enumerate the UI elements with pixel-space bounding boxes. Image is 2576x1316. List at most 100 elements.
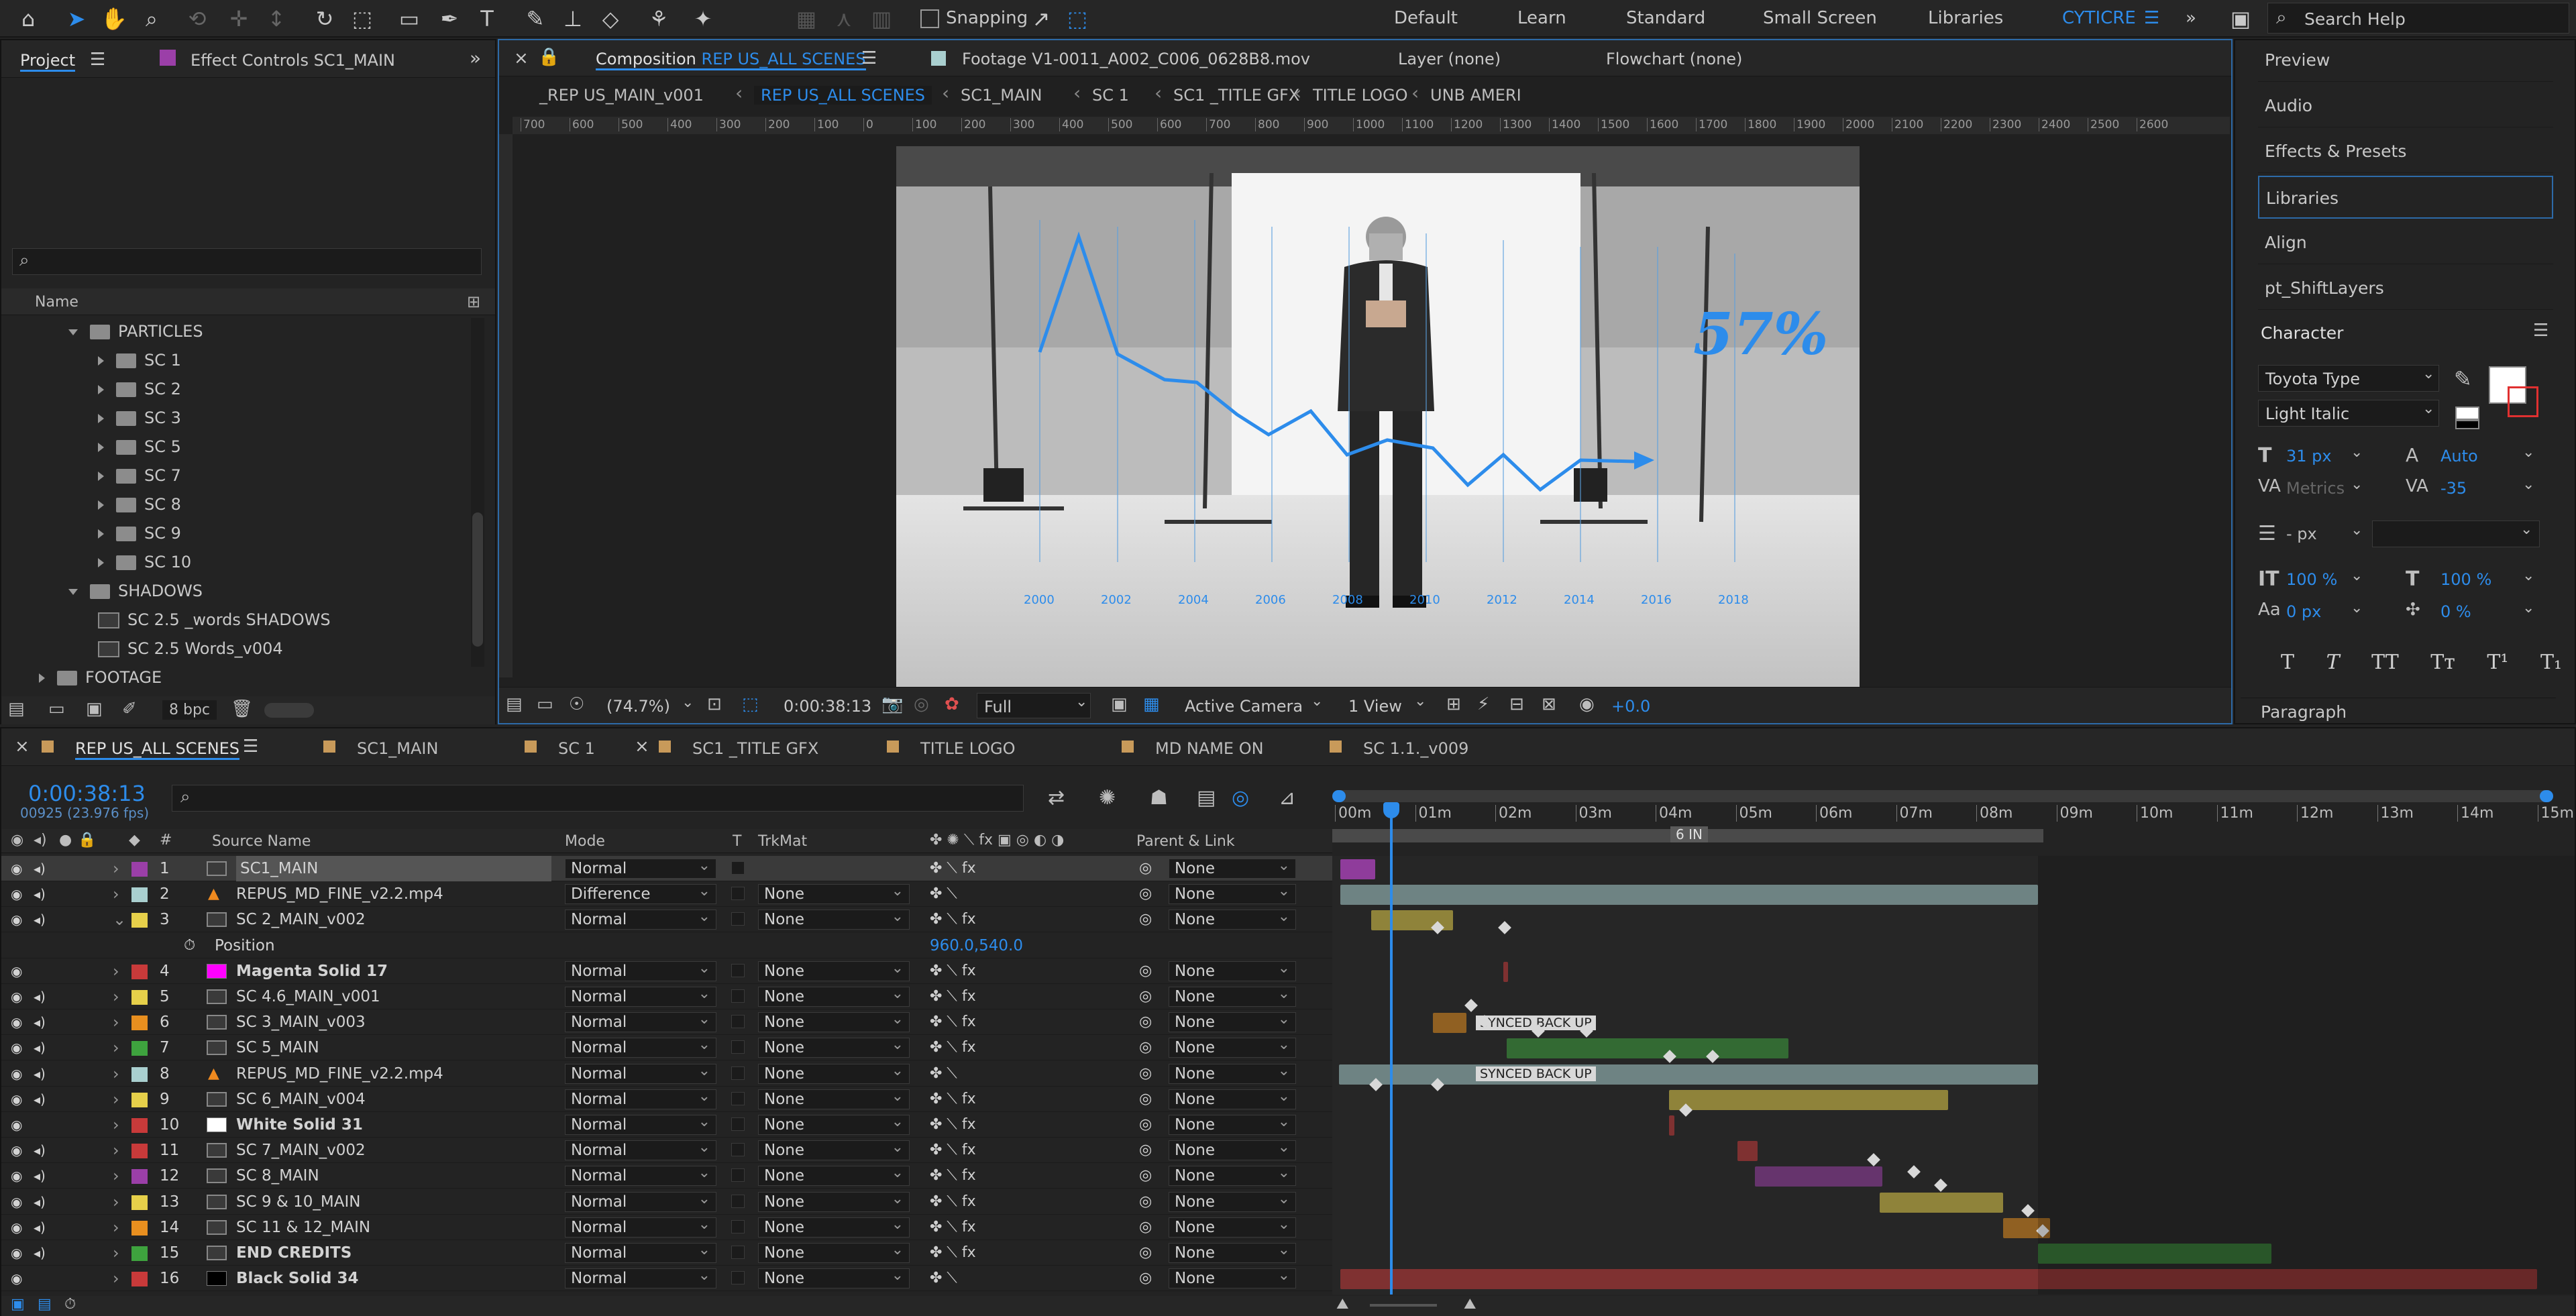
preserve-transparency-checkbox[interactable] bbox=[731, 1040, 745, 1054]
preserve-transparency-checkbox[interactable] bbox=[731, 1015, 745, 1029]
layer-label-color[interactable] bbox=[131, 1246, 148, 1261]
parent-dropdown[interactable]: None bbox=[1169, 1164, 1296, 1187]
audio-icon[interactable]: ◂) bbox=[34, 1138, 46, 1163]
timeline-search-input[interactable]: ⌕ bbox=[172, 785, 1024, 812]
blend-mode-dropdown[interactable]: Normal bbox=[565, 1087, 716, 1109]
parent-dropdown[interactable]: None bbox=[1169, 882, 1296, 905]
layer-name[interactable]: SC 3_MAIN_v003 bbox=[236, 1009, 366, 1035]
layer-label-color[interactable] bbox=[131, 1272, 148, 1287]
eye-icon[interactable]: ◉ bbox=[11, 907, 22, 932]
preserve-transparency-checkbox[interactable] bbox=[731, 887, 745, 901]
zoom-in-icon[interactable]: ⛰ bbox=[1464, 1296, 1476, 1313]
transparency-grid-icon[interactable]: ▦ bbox=[1143, 694, 1160, 714]
layer-row[interactable]: ◉ ◂) › 8 ▲ REPUS_MD_FINE_v2.2.mp4 Normal None ✤ … bbox=[1, 1061, 1332, 1087]
keyframe-marker[interactable] bbox=[1867, 1153, 1880, 1166]
project-search-input[interactable]: ⌕ bbox=[12, 248, 482, 275]
parent-dropdown[interactable]: None bbox=[1169, 985, 1296, 1007]
layer-name[interactable]: Magenta Solid 17 bbox=[236, 958, 388, 984]
project-item[interactable]: SC 9 bbox=[98, 520, 181, 547]
zoom-tool-icon[interactable]: ⌕ bbox=[137, 4, 166, 34]
layer-row[interactable]: ◉ ◂) › 14 SC 11 & 12_MAIN Normal None ✤ ⟍ fx ◎ No… bbox=[1, 1215, 1332, 1240]
layer-name[interactable]: REPUS_MD_FINE_v2.2.mp4 bbox=[236, 1061, 443, 1087]
shift-layers-panel[interactable]: pt_ShiftLayers bbox=[2258, 267, 2553, 310]
expand-layer-icon[interactable]: › bbox=[113, 1215, 119, 1240]
eye-icon[interactable]: ◉ bbox=[11, 1112, 22, 1138]
tracking-value[interactable]: -35 bbox=[2440, 479, 2467, 498]
align-panel[interactable]: Align bbox=[2258, 221, 2553, 264]
blend-mode-dropdown[interactable]: Normal bbox=[565, 985, 716, 1007]
navigator-start-handle[interactable] bbox=[1332, 790, 1346, 802]
home-icon[interactable]: ⌂ bbox=[13, 4, 43, 34]
timeline-tab[interactable]: REP US_ALL SCENES bbox=[75, 739, 240, 760]
layer-duration-bar[interactable] bbox=[1340, 859, 1375, 879]
track-matte-dropdown[interactable]: None bbox=[758, 1036, 910, 1058]
layer-label-color[interactable] bbox=[131, 964, 148, 979]
track-area[interactable]: SYNCED BACK UP SYNCED BACK UP bbox=[1332, 856, 2575, 1295]
layer-switches[interactable]: ✤ ⟍ fx bbox=[930, 1189, 976, 1215]
project-item[interactable]: SC 2.5 _words SHADOWS bbox=[98, 606, 331, 633]
preserve-transparency-checkbox[interactable] bbox=[731, 1246, 745, 1259]
eye-icon[interactable]: ◉ bbox=[11, 881, 22, 907]
exposure-reset-icon[interactable]: ◉ bbox=[1579, 694, 1595, 714]
parent-dropdown[interactable]: None bbox=[1169, 1190, 1296, 1212]
resolution-dropdown[interactable]: Full ⌄ bbox=[977, 693, 1091, 718]
layer-name[interactable]: SC 8_MAIN bbox=[236, 1163, 319, 1189]
chevron-down-icon[interactable]: ⌄ bbox=[2522, 567, 2534, 584]
blend-mode-dropdown[interactable]: Normal bbox=[565, 857, 716, 879]
layer-name[interactable]: SC 9 & 10_MAIN bbox=[236, 1189, 361, 1215]
zoom-dropdown[interactable]: (74.7%) bbox=[606, 697, 670, 716]
eye-icon[interactable]: ◉ bbox=[11, 958, 22, 984]
layer-switches[interactable]: ✤ ⟍ fx bbox=[930, 1138, 976, 1163]
disclosure-closed-icon[interactable] bbox=[98, 414, 104, 423]
chevron-down-icon[interactable]: ⌄ bbox=[2351, 444, 2363, 461]
blend-mode-dropdown[interactable]: Normal bbox=[565, 1164, 716, 1187]
paragraph-panel[interactable]: Paragraph bbox=[2241, 698, 2556, 722]
preserve-transparency-checkbox[interactable] bbox=[731, 1066, 745, 1080]
title-safe-icon[interactable]: ⬚ bbox=[742, 694, 759, 714]
layer-name[interactable]: SC 7_MAIN_v002 bbox=[236, 1138, 366, 1163]
pick-whip-icon[interactable]: ◎ bbox=[1139, 907, 1152, 932]
search-help-field[interactable]: ⌕ Search Help bbox=[2267, 3, 2569, 34]
breadcrumb-item[interactable]: SC 1 bbox=[1092, 86, 1129, 105]
white-swatch[interactable] bbox=[2455, 406, 2479, 420]
parent-dropdown[interactable]: None bbox=[1169, 959, 1296, 981]
parent-dropdown[interactable]: None bbox=[1169, 1215, 1296, 1238]
preserve-transparency-checkbox[interactable] bbox=[731, 1271, 745, 1285]
tab-project[interactable]: Project bbox=[20, 51, 76, 72]
layer-duration-bar[interactable] bbox=[1340, 885, 2038, 906]
roi-icon[interactable]: ▣ bbox=[1111, 694, 1128, 714]
layer-row[interactable]: ◉ ◂) › 7 SC 5_MAIN Normal None ✤ ⟍ fx ◎ None bbox=[1, 1035, 1332, 1061]
camera-dropdown[interactable]: Active Camera ⌄ bbox=[1177, 693, 1331, 718]
playhead-handle[interactable] bbox=[1383, 802, 1399, 818]
motion-blur-icon[interactable]: ◎ bbox=[1232, 786, 1249, 810]
layer-row[interactable]: ◉ ◂) › 2 ▲ REPUS_MD_FINE_v2.2.mp4 Difference No… bbox=[1, 881, 1332, 908]
new-comp-icon[interactable]: ▣ bbox=[86, 699, 103, 719]
display-icon[interactable]: ▭ bbox=[537, 694, 553, 714]
interpret-footage-icon[interactable]: ▤ bbox=[8, 699, 25, 719]
fast-preview-icon[interactable]: ⚡ bbox=[1477, 694, 1489, 714]
layer-row[interactable]: ◉ ◂) › 12 SC 8_MAIN Normal None ✤ ⟍ fx ◎ None bbox=[1, 1163, 1332, 1189]
layer-duration-bar[interactable] bbox=[1669, 1115, 1674, 1136]
navigator-end-handle[interactable] bbox=[2540, 790, 2553, 802]
keyframe-marker[interactable] bbox=[1498, 921, 1511, 934]
black-swatch[interactable] bbox=[2455, 420, 2479, 429]
project-item[interactable]: SC 7 bbox=[98, 462, 181, 489]
pick-whip-icon[interactable]: ◎ bbox=[1139, 1215, 1152, 1240]
vertical-scale-value[interactable]: 100 % bbox=[2286, 570, 2337, 589]
comp-marker-label[interactable]: 6 IN bbox=[1670, 826, 1708, 842]
disclosure-open-icon[interactable] bbox=[68, 588, 78, 595]
panel-overflow-icon[interactable]: » bbox=[470, 47, 481, 69]
audio-icon[interactable]: ◂) bbox=[34, 1163, 46, 1189]
flowchart-view-icon[interactable]: ⊠ bbox=[1542, 694, 1556, 714]
switches-header-icons[interactable]: ✤ ✺ ⟍ fx ▣ ◎ ◐ ◑ bbox=[930, 832, 1064, 848]
breadcrumb-item[interactable]: SC1_MAIN bbox=[961, 86, 1042, 105]
keyframe-marker[interactable] bbox=[1464, 999, 1478, 1012]
disclosure-closed-icon[interactable] bbox=[39, 673, 45, 683]
layer-switches[interactable]: ✤ ⟍ fx bbox=[930, 1240, 976, 1266]
pick-whip-icon[interactable]: ◎ bbox=[1139, 1087, 1152, 1112]
rotate-tool-icon[interactable]: ↻ bbox=[310, 4, 339, 34]
eye-icon[interactable]: ◉ bbox=[11, 1087, 22, 1112]
workspace-libraries[interactable]: Libraries bbox=[1928, 8, 2003, 28]
project-item[interactable]: SC 2.5 Words_v004 bbox=[98, 635, 283, 662]
more-workspaces-icon[interactable]: » bbox=[2186, 8, 2196, 28]
